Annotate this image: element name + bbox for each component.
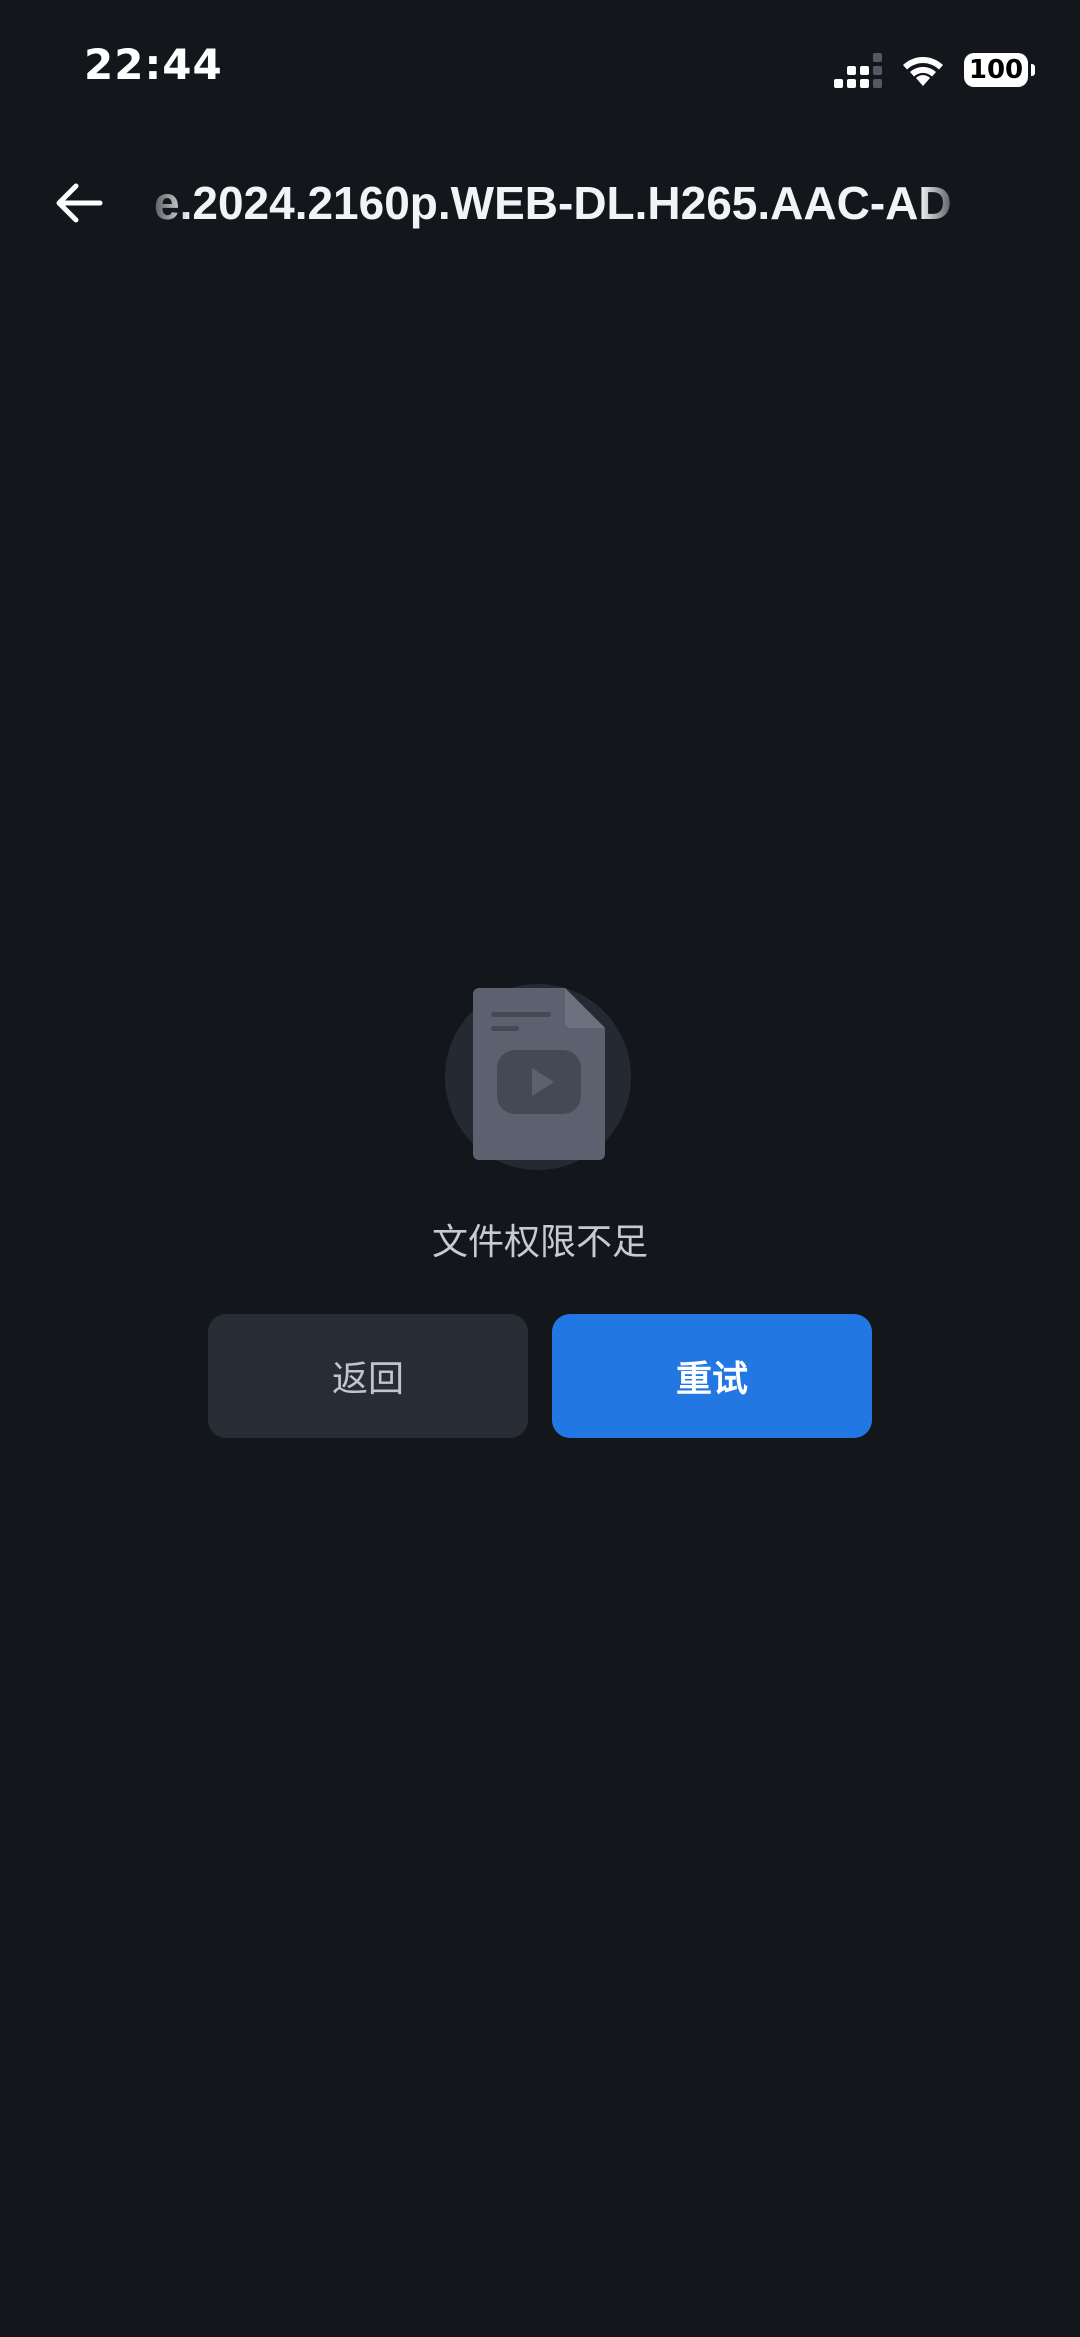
title-marquee: e.2024.2160p.WEB-DL.H265.AAC-AD — [150, 160, 960, 246]
signal-icon — [834, 52, 882, 88]
status-bar: 22:44 100 — [0, 0, 1080, 140]
error-icon-circle — [445, 984, 631, 1170]
arrow-left-icon — [56, 183, 103, 223]
back-arrow-button[interactable] — [44, 168, 114, 238]
wifi-icon — [903, 57, 943, 86]
back-button[interactable]: 返回 — [208, 1314, 528, 1438]
video-file-icon — [473, 988, 605, 1160]
header: e.2024.2160p.WEB-DL.H265.AAC-AD — [0, 160, 1080, 246]
status-icons: 100 — [834, 48, 1035, 92]
page-title: e.2024.2160p.WEB-DL.H265.AAC-AD — [154, 177, 952, 229]
battery-icon: 100 — [964, 53, 1035, 87]
retry-button[interactable]: 重试 — [552, 1314, 872, 1438]
status-time: 22:44 — [84, 40, 223, 89]
error-message: 文件权限不足 — [431, 1222, 648, 1263]
